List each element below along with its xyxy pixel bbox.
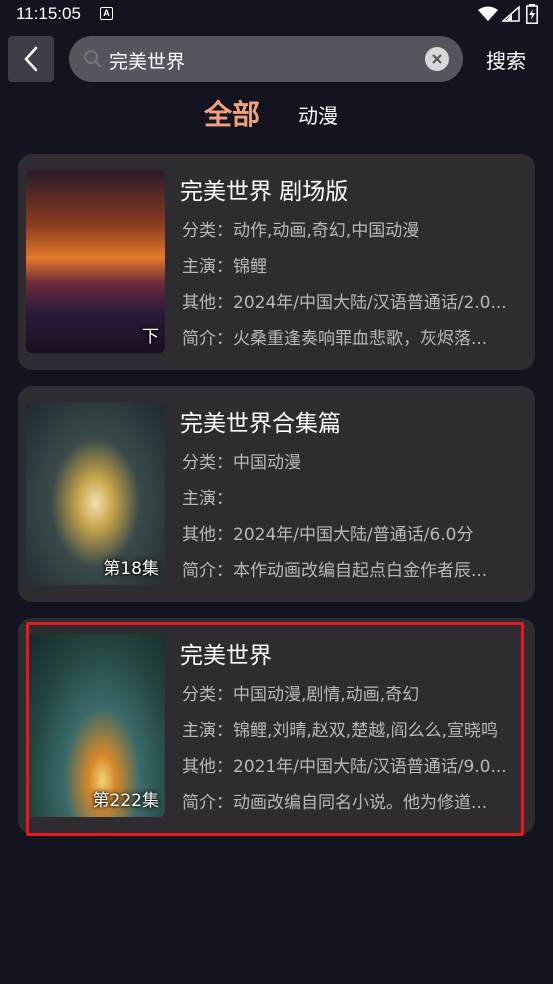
poster-image: 下 <box>26 170 165 353</box>
search-button[interactable]: 搜索 <box>486 45 526 74</box>
poster-image: 第222集 <box>26 634 165 817</box>
cast-row: 主演：锦鲤 <box>182 257 267 277</box>
result-title: 完美世界 <box>180 643 272 669</box>
tab-all[interactable]: 全部 <box>204 93 260 133</box>
other-row: 其他：2021年/中国大陆/汉语普通话/9.0... <box>182 757 507 777</box>
poster-image: 第18集 <box>26 402 165 585</box>
signal-icon <box>502 6 520 22</box>
category-row: 分类：动作,动画,奇幻,中国动漫 <box>182 221 420 241</box>
status-time: 11:15:05 <box>16 4 81 23</box>
result-card[interactable]: 第222集 完美世界 分类：中国动漫,剧情,动画,奇幻 主演：锦鲤,刘晴,赵双,… <box>18 618 535 834</box>
battery-icon <box>526 4 538 24</box>
cast-row: 主演：锦鲤,刘晴,赵双,楚越,阎么么,宣晓鸣 <box>182 721 499 741</box>
episode-badge: 第222集 <box>92 791 159 811</box>
wifi-icon <box>478 6 498 21</box>
episode-badge: 第18集 <box>103 559 159 579</box>
episode-badge: 下 <box>142 327 159 347</box>
tab-anime[interactable]: 动漫 <box>298 100 338 129</box>
category-row: 分类：中国动漫,剧情,动画,奇幻 <box>182 685 420 705</box>
back-button[interactable] <box>8 36 54 82</box>
cast-row: 主演： <box>182 489 233 509</box>
result-title: 完美世界合集篇 <box>180 411 341 437</box>
status-bar: 11:15:05 A <box>0 0 553 30</box>
result-card[interactable]: 第18集 完美世界合集篇 分类：中国动漫 主演： 其他：2024年/中国大陆/普… <box>18 386 535 602</box>
clear-search-icon[interactable] <box>425 47 449 71</box>
other-row: 其他：2024年/中国大陆/汉语普通话/2.0... <box>182 293 507 313</box>
search-icon <box>84 50 102 68</box>
a-notification-icon: A <box>100 7 113 20</box>
chevron-left-icon <box>24 46 38 72</box>
search-query: 完美世界 <box>109 51 186 73</box>
other-row: 其他：2024年/中国大陆/普通话/6.0分 <box>182 525 474 545</box>
intro-row: 简介：动画改编自同名小说。他为修道... <box>182 793 488 813</box>
result-card[interactable]: 下 完美世界 剧场版 分类：动作,动画,奇幻,中国动漫 主演：锦鲤 其他：202… <box>18 154 535 370</box>
result-title: 完美世界 剧场版 <box>180 179 349 205</box>
intro-row: 简介：本作动画改编自起点白金作者辰... <box>182 561 488 581</box>
intro-row: 简介：火桑重逢奏响罪血悲歌，灰烬落... <box>182 329 488 349</box>
category-row: 分类：中国动漫 <box>182 453 301 473</box>
search-input[interactable]: 完美世界 <box>69 36 463 82</box>
